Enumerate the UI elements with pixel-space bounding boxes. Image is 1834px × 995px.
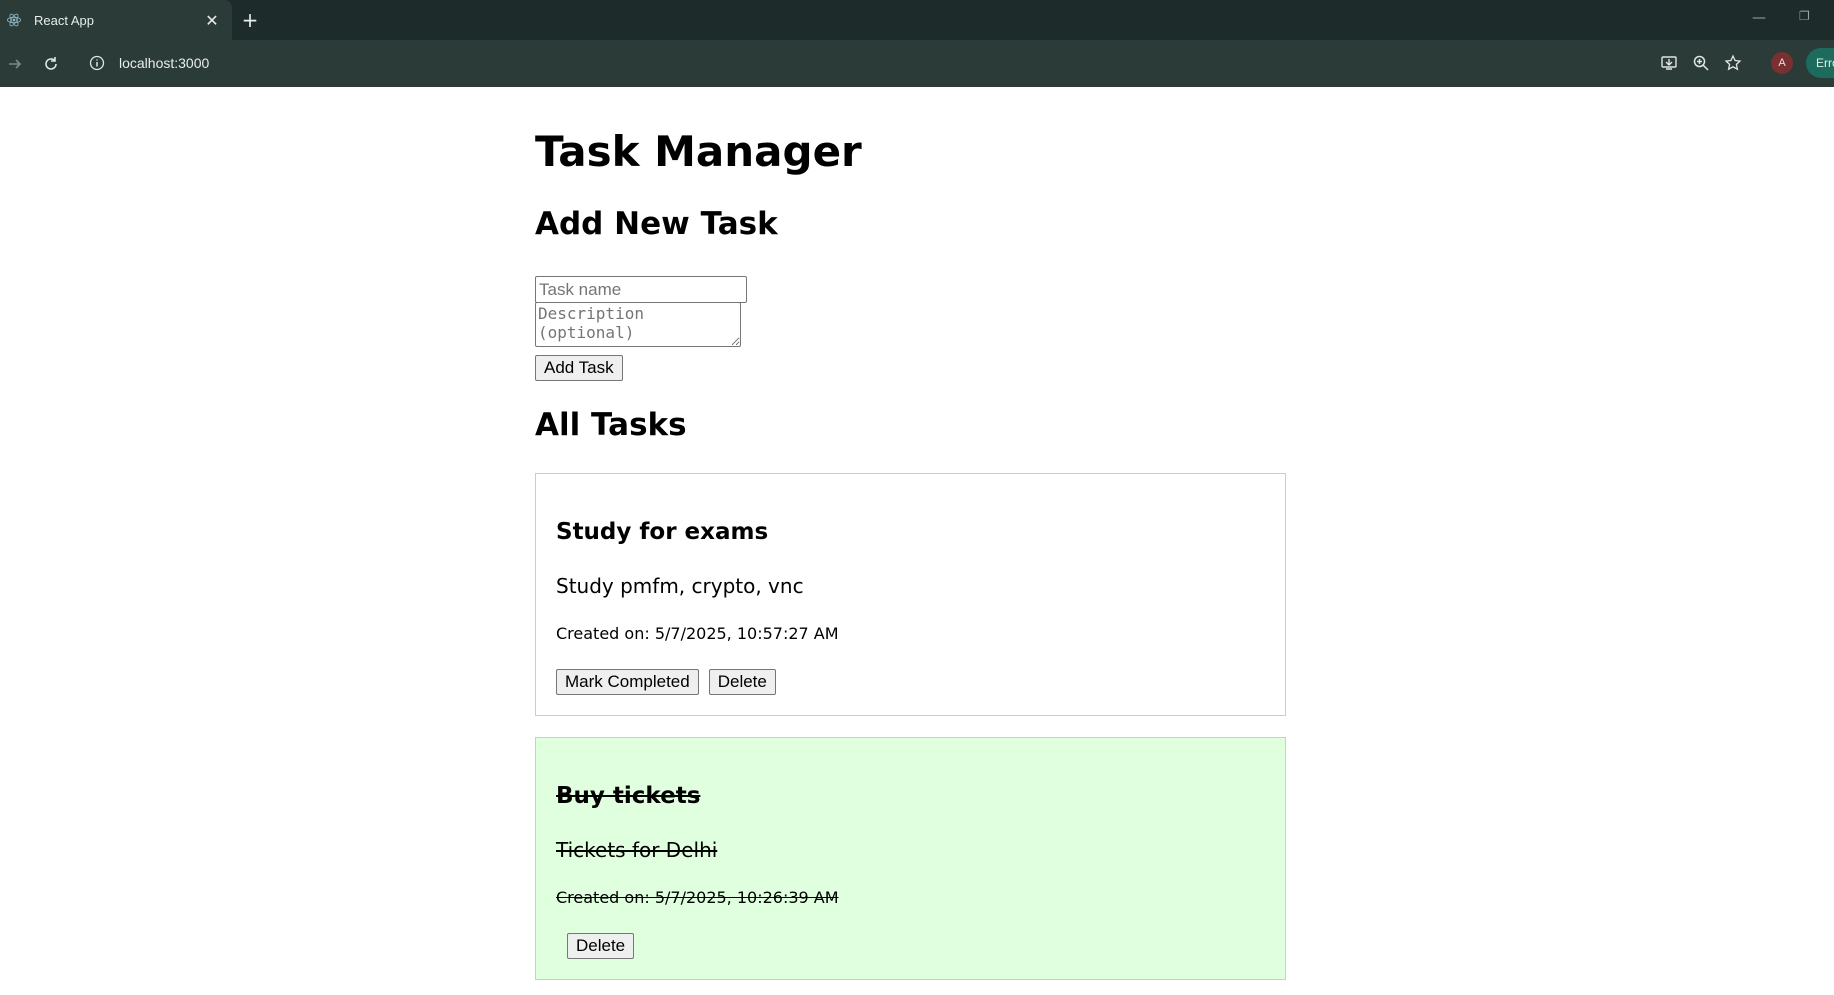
task-description: Study pmfm, crypto, vnc — [556, 574, 804, 598]
task-name-input[interactable] — [535, 276, 747, 303]
minimize-window-icon[interactable]: — — [1752, 10, 1766, 26]
task-actions: Mark Completed Delete — [556, 669, 776, 695]
close-tab-icon[interactable]: ✕ — [202, 10, 222, 30]
browser-tab-strip: React App ✕ + — ❐ — [0, 0, 1834, 40]
bookmark-star-icon[interactable] — [1721, 51, 1745, 75]
new-tab-icon[interactable]: + — [238, 8, 262, 32]
browser-toolbar: localhost:3000 — [0, 40, 1834, 87]
tab-title: React App — [34, 12, 94, 28]
url-text: localhost:3000 — [119, 55, 210, 71]
restore-window-icon[interactable]: ❐ — [1799, 9, 1810, 23]
forward-icon[interactable] — [3, 52, 27, 76]
site-info-icon[interactable] — [83, 49, 111, 77]
task-card-completed: Buy tickets Tickets for Delhi Created on… — [535, 737, 1286, 980]
add-task-heading: Add New Task — [535, 206, 778, 242]
task-actions: Delete — [567, 933, 635, 959]
react-logo-icon — [6, 12, 22, 28]
browser-tab-react-app[interactable]: React App ✕ — [0, 0, 232, 40]
delete-button[interactable]: Delete — [567, 933, 635, 959]
mark-completed-button[interactable]: Mark Completed — [556, 669, 699, 695]
add-task-button[interactable]: Add Task — [535, 355, 623, 381]
profile-avatar[interactable]: A — [1771, 52, 1793, 74]
reload-icon[interactable] — [39, 52, 63, 76]
task-description: Tickets for Delhi — [556, 838, 718, 862]
task-created-date: Created on: 5/7/2025, 10:26:39 AM — [556, 888, 839, 907]
task-name: Buy tickets — [556, 783, 701, 809]
page-title: Task Manager — [535, 127, 862, 176]
install-app-icon[interactable] — [1657, 51, 1681, 75]
task-card: Study for exams Study pmfm, crypto, vnc … — [535, 473, 1286, 716]
all-tasks-heading: All Tasks — [535, 407, 687, 443]
delete-button[interactable]: Delete — [708, 669, 776, 695]
zoom-icon[interactable] — [1689, 51, 1713, 75]
address-bar[interactable]: localhost:3000 — [78, 46, 1768, 80]
error-badge[interactable]: Erro — [1806, 48, 1834, 78]
task-created-date: Created on: 5/7/2025, 10:57:27 AM — [556, 624, 839, 643]
description-input[interactable] — [535, 302, 741, 347]
task-name: Study for exams — [556, 519, 769, 545]
